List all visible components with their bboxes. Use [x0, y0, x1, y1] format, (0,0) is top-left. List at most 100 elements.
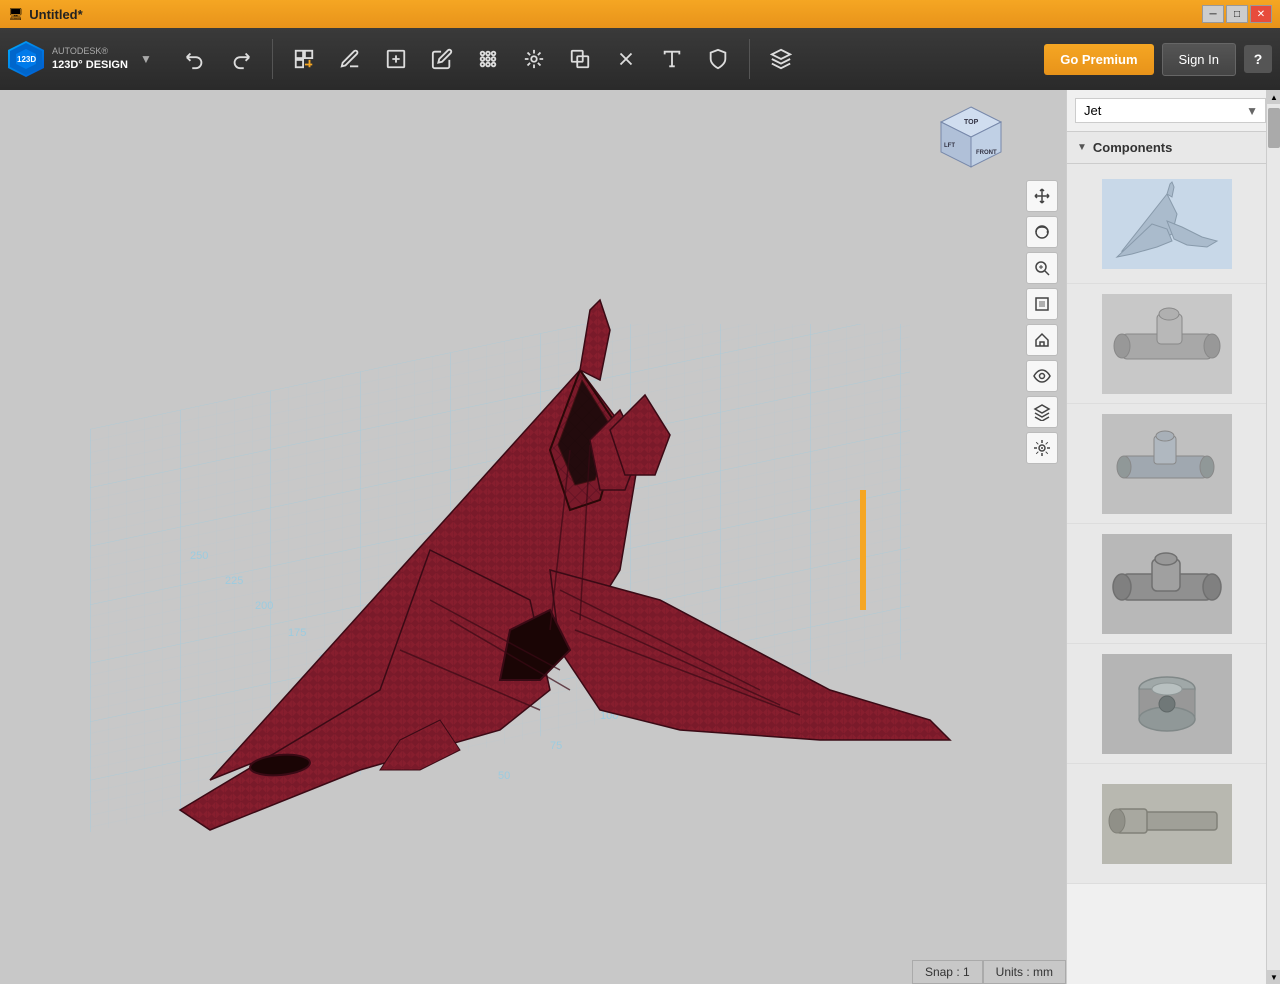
- materials-icon: [770, 48, 792, 70]
- component-item-6[interactable]: [1067, 764, 1266, 884]
- view-cube[interactable]: TOP LFT FRONT: [936, 102, 1006, 172]
- units-status: Units : mm: [983, 960, 1066, 984]
- scroll-thumb[interactable]: [1268, 108, 1280, 148]
- view-cube-svg: TOP LFT FRONT: [936, 102, 1006, 172]
- component-thumbnail-4: [1102, 534, 1232, 634]
- layers-icon: [1033, 403, 1051, 421]
- sketch-tool-button[interactable]: [331, 40, 369, 78]
- orbit-tool-button[interactable]: [1026, 216, 1058, 248]
- scroll-track[interactable]: [1267, 104, 1280, 970]
- status-bar: Snap : 1 Units : mm: [912, 960, 1066, 984]
- boolean-button[interactable]: [561, 40, 599, 78]
- snap-settings-button[interactable]: [1026, 432, 1058, 464]
- snap-icon: [523, 48, 545, 70]
- premium-button[interactable]: Go Premium: [1044, 44, 1153, 75]
- pan-icon: [1033, 187, 1051, 205]
- redo-icon: [230, 48, 252, 70]
- snap-tool-button[interactable]: [515, 40, 553, 78]
- components-section-header: ▼ Components: [1067, 132, 1266, 164]
- logo-dropdown-arrow[interactable]: ▼: [140, 52, 152, 66]
- snap-settings-icon: [1033, 439, 1051, 457]
- undo-button[interactable]: [176, 40, 214, 78]
- sidebar-highlight-tab: [860, 490, 866, 610]
- svg-text:123D: 123D: [17, 55, 36, 64]
- brand-name: AUTODESK®: [52, 46, 128, 58]
- jet-3d-model: [80, 250, 980, 950]
- pan-tool-button[interactable]: [1026, 180, 1058, 212]
- components-label: Components: [1093, 140, 1172, 155]
- help-button[interactable]: ?: [1244, 45, 1272, 73]
- svg-text:TOP: TOP: [964, 119, 979, 126]
- logo-area: 123D AUTODESK® 123D° DESIGN ▼: [8, 41, 168, 77]
- component-thumbnail-3: [1102, 414, 1232, 514]
- component-item-1[interactable]: [1067, 164, 1266, 284]
- text-icon: [661, 48, 683, 70]
- undo-icon: [184, 48, 206, 70]
- pattern-button[interactable]: [469, 40, 507, 78]
- zoom-tool-button[interactable]: [1026, 252, 1058, 284]
- select-tool-button[interactable]: [285, 40, 323, 78]
- visibility-button[interactable]: [1026, 360, 1058, 392]
- sidebar-scrollbar: ▲ ▼: [1266, 90, 1280, 984]
- redo-button[interactable]: [222, 40, 260, 78]
- component-thumbnail-5: [1102, 654, 1232, 754]
- component-thumbnail-1: [1102, 179, 1232, 269]
- title-bar-left: 🖥 Untitled*: [8, 7, 83, 22]
- sidebar-header: Jet ▼: [1067, 90, 1266, 132]
- home-icon: [1033, 331, 1051, 349]
- component-item-2[interactable]: [1067, 284, 1266, 404]
- logo-text: AUTODESK® 123D° DESIGN: [52, 46, 128, 72]
- components-sidebar: Jet ▼ ▼ Components: [1066, 90, 1266, 984]
- orbit-icon: [1033, 223, 1051, 241]
- minimize-button[interactable]: ─: [1202, 5, 1224, 23]
- component-thumbnail-2: [1102, 294, 1232, 394]
- sketch-icon: [339, 48, 361, 70]
- home-view-button[interactable]: [1026, 324, 1058, 356]
- scroll-up-button[interactable]: ▲: [1267, 90, 1280, 104]
- model-dropdown[interactable]: Jet: [1075, 98, 1266, 123]
- product-name: 123D° DESIGN: [52, 58, 128, 72]
- measure-icon: [707, 48, 729, 70]
- signin-button[interactable]: Sign In: [1162, 43, 1236, 76]
- window-icon: 🖥: [8, 7, 23, 21]
- materials-button[interactable]: [762, 40, 800, 78]
- layers-button[interactable]: [1026, 396, 1058, 428]
- modify-button[interactable]: [423, 40, 461, 78]
- view-tools-panel: [1026, 180, 1058, 464]
- primitives-button[interactable]: [377, 40, 415, 78]
- snap-status: Snap : 1: [912, 960, 983, 984]
- measure-button[interactable]: [699, 40, 737, 78]
- maximize-button[interactable]: □: [1226, 5, 1248, 23]
- toolbar-right: Go Premium Sign In ?: [1044, 43, 1272, 76]
- fit-icon: [1033, 295, 1051, 313]
- divider-2: [749, 39, 750, 79]
- text-button[interactable]: [653, 40, 691, 78]
- window-title: Untitled*: [29, 7, 82, 22]
- primitives-icon: [385, 48, 407, 70]
- window-controls: ─ □ ✕: [1202, 5, 1272, 23]
- right-panel: Jet ▼ ▼ Components: [1066, 90, 1280, 984]
- logo-svg: 123D: [8, 41, 44, 77]
- svg-text:FRONT: FRONT: [976, 150, 997, 156]
- title-bar: 🖥 Untitled* ─ □ ✕: [0, 0, 1280, 28]
- viewport[interactable]: 250 225 200 175 150 50 75 100: [0, 90, 1066, 984]
- main-content: 250 225 200 175 150 50 75 100: [0, 90, 1280, 984]
- divider-1: [272, 39, 273, 79]
- component-item-3[interactable]: [1067, 404, 1266, 524]
- subtract-button[interactable]: [607, 40, 645, 78]
- boolean-icon: [569, 48, 591, 70]
- collapse-arrow-icon[interactable]: ▼: [1077, 142, 1087, 153]
- component-item-5[interactable]: [1067, 644, 1266, 764]
- scroll-down-button[interactable]: ▼: [1267, 970, 1280, 984]
- fit-tool-button[interactable]: [1026, 288, 1058, 320]
- pattern-icon: [477, 48, 499, 70]
- svg-text:LFT: LFT: [944, 143, 955, 149]
- zoom-icon: [1033, 259, 1051, 277]
- component-item-4[interactable]: [1067, 524, 1266, 644]
- subtract-icon: [615, 48, 637, 70]
- close-button[interactable]: ✕: [1250, 5, 1272, 23]
- modify-icon: [431, 48, 453, 70]
- components-list: [1067, 164, 1266, 984]
- component-thumbnail-6: [1102, 784, 1232, 864]
- autodesk-logo-icon: 123D: [8, 41, 44, 77]
